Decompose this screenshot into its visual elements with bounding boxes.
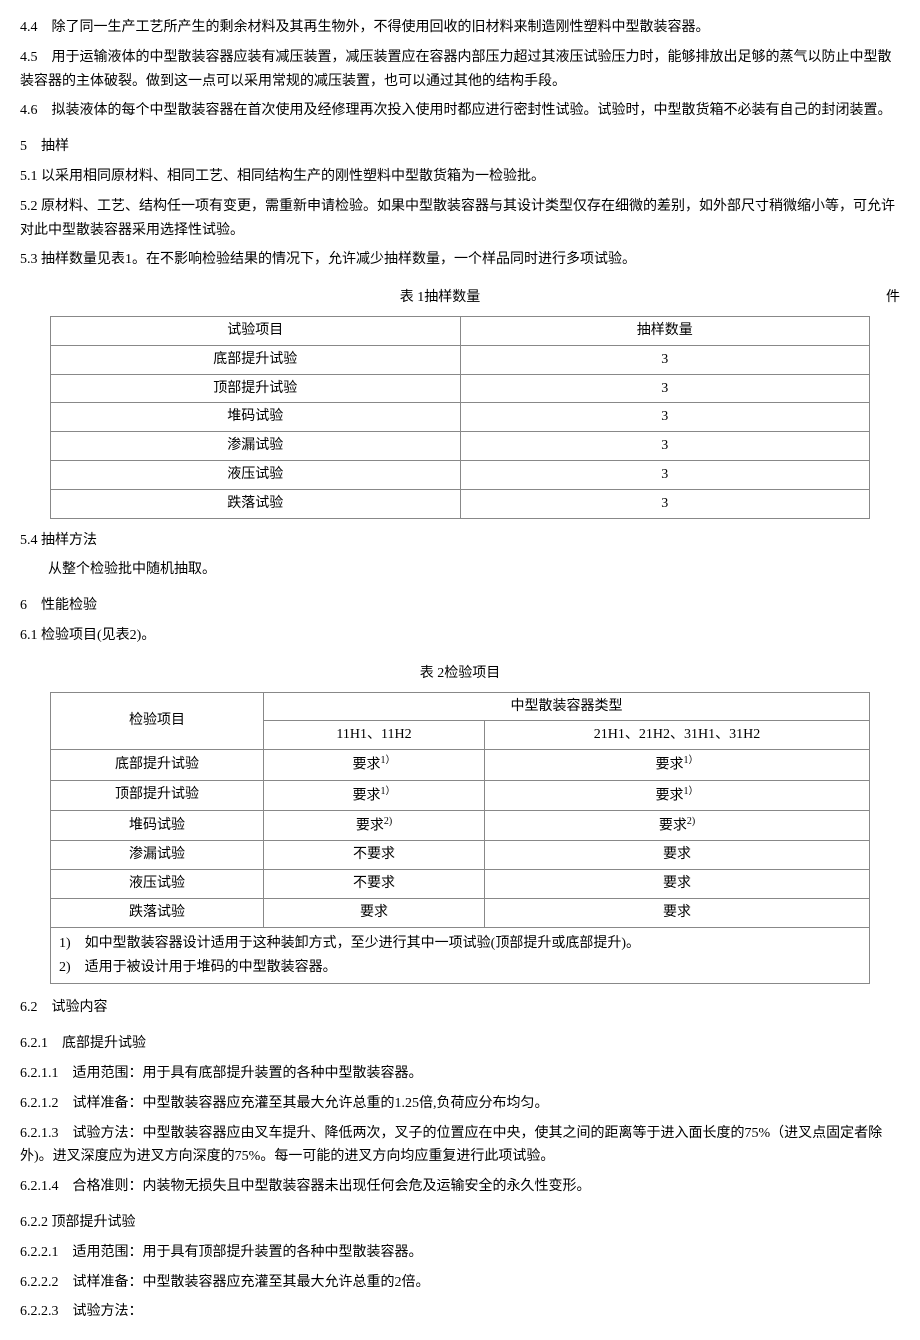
- section-6-title: 6 性能检验: [20, 594, 900, 618]
- table2: 检验项目 中型散装容器类型 11H1、11H2 21H1、21H2、31H1、3…: [50, 692, 870, 985]
- table1: 试验项目 抽样数量 底部提升试验3 顶部提升试验3 堆码试验3 渗漏试验3 液压…: [50, 316, 870, 519]
- cell: 跌落试验: [51, 489, 461, 518]
- table1-header-qty: 抽样数量: [460, 316, 870, 345]
- table-row: 堆码试验3: [51, 403, 870, 432]
- cell: 3: [460, 374, 870, 403]
- para-6-2-2: 6.2.2 顶部提升试验: [20, 1211, 900, 1235]
- table1-header-item: 试验项目: [51, 316, 461, 345]
- para-6-2-1-2: 6.2.1.2 试样准备：中型散装容器应充灌至其最大允许总重的1.25倍,负荷应…: [20, 1092, 900, 1116]
- cell: 要求1）: [263, 750, 484, 780]
- cell: 3: [460, 403, 870, 432]
- cell: 要求: [485, 841, 870, 870]
- table-row: 底部提升试验 要求1） 要求1）: [51, 750, 870, 780]
- table1-caption-row: 表 1抽样数量 件: [20, 286, 900, 310]
- cell: 要求1）: [263, 780, 484, 810]
- cell: 堆码试验: [51, 811, 264, 841]
- cell: 要求1）: [485, 780, 870, 810]
- table-row: 跌落试验 要求 要求: [51, 899, 870, 928]
- cell: 不要求: [263, 870, 484, 899]
- table2-header-item: 检验项目: [51, 692, 264, 750]
- table2-note2: 2) 适用于被设计用于堆码的中型散装容器。: [59, 956, 861, 980]
- table-header-row: 试验项目 抽样数量: [51, 316, 870, 345]
- table-note-row: 1) 如中型散装容器设计适用于这种装卸方式，至少进行其中一项试验(顶部提升或底部…: [51, 927, 870, 984]
- para-4-5: 4.5 用于运输液体的中型散装容器应装有减压装置，减压装置应在容器内部压力超过其…: [20, 46, 900, 94]
- cell: 顶部提升试验: [51, 780, 264, 810]
- cell: 底部提升试验: [51, 345, 461, 374]
- para-5-4: 5.4 抽样方法: [20, 529, 900, 553]
- para-6-2-2-2: 6.2.2.2 试样准备：中型散装容器应充灌至其最大允许总重的2倍。: [20, 1271, 900, 1295]
- table2-header-type: 中型散装容器类型: [263, 692, 869, 721]
- table2-header-sub2: 21H1、21H2、31H1、31H2: [485, 721, 870, 750]
- table-row: 跌落试验3: [51, 489, 870, 518]
- para-6-2-2-3: 6.2.2.3 试验方法：: [20, 1300, 900, 1324]
- table-row: 渗漏试验 不要求 要求: [51, 841, 870, 870]
- cell: 顶部提升试验: [51, 374, 461, 403]
- para-4-6: 4.6 拟装液体的每个中型散装容器在首次使用及经修理再次投入使用时都应进行密封性…: [20, 99, 900, 123]
- para-5-1: 5.1 以采用相同原材料、相同工艺、相同结构生产的刚性塑料中型散货箱为一检验批。: [20, 165, 900, 189]
- table2-caption: 表 2检验项目: [20, 662, 900, 686]
- para-6-2: 6.2 试验内容: [20, 996, 900, 1020]
- cell: 要求: [485, 870, 870, 899]
- table-row: 液压试验3: [51, 460, 870, 489]
- cell: 渗漏试验: [51, 432, 461, 461]
- para-5-2: 5.2 原材料、工艺、结构任一项有变更，需重新申请检验。如果中型散装容器与其设计…: [20, 195, 900, 243]
- table2-notes: 1) 如中型散装容器设计适用于这种装卸方式，至少进行其中一项试验(顶部提升或底部…: [51, 927, 870, 984]
- para-6-2-1: 6.2.1 底部提升试验: [20, 1032, 900, 1056]
- cell: 3: [460, 432, 870, 461]
- table1-unit: 件: [860, 286, 900, 310]
- cell: 渗漏试验: [51, 841, 264, 870]
- table-header-row: 检验项目 中型散装容器类型: [51, 692, 870, 721]
- cell: 堆码试验: [51, 403, 461, 432]
- table-row: 顶部提升试验3: [51, 374, 870, 403]
- para-6-1: 6.1 检验项目(见表2)。: [20, 624, 900, 648]
- table-row: 液压试验 不要求 要求: [51, 870, 870, 899]
- para-6-2-1-3: 6.2.1.3 试验方法：中型散装容器应由叉车提升、降低两次，叉子的位置应在中央…: [20, 1122, 900, 1170]
- table2-header-sub1: 11H1、11H2: [263, 721, 484, 750]
- cell: 液压试验: [51, 870, 264, 899]
- cell: 底部提升试验: [51, 750, 264, 780]
- cell: 要求2): [485, 811, 870, 841]
- cell: 3: [460, 460, 870, 489]
- table1-caption: 表 1抽样数量: [20, 286, 860, 310]
- cell: 不要求: [263, 841, 484, 870]
- cell: 要求: [485, 899, 870, 928]
- cell: 3: [460, 345, 870, 374]
- cell: 跌落试验: [51, 899, 264, 928]
- table2-note1: 1) 如中型散装容器设计适用于这种装卸方式，至少进行其中一项试验(顶部提升或底部…: [59, 932, 861, 956]
- cell: 要求2): [263, 811, 484, 841]
- cell: 液压试验: [51, 460, 461, 489]
- para-4-4: 4.4 除了同一生产工艺所产生的剩余材料及其再生物外，不得使用回收的旧材料来制造…: [20, 16, 900, 40]
- table2-caption-row: 表 2检验项目: [20, 662, 900, 686]
- cell: 要求: [263, 899, 484, 928]
- para-6-2-1-1: 6.2.1.1 适用范围：用于具有底部提升装置的各种中型散装容器。: [20, 1062, 900, 1086]
- para-5-4-content: 从整个检验批中随机抽取。: [20, 558, 900, 582]
- cell: 3: [460, 489, 870, 518]
- section-5-title: 5 抽样: [20, 135, 900, 159]
- para-5-3: 5.3 抽样数量见表1。在不影响检验结果的情况下，允许减少抽样数量，一个样品同时…: [20, 248, 900, 272]
- para-6-2-2-1: 6.2.2.1 适用范围：用于具有顶部提升装置的各种中型散装容器。: [20, 1241, 900, 1265]
- table-row: 顶部提升试验 要求1） 要求1）: [51, 780, 870, 810]
- table-row: 底部提升试验3: [51, 345, 870, 374]
- table-row: 渗漏试验3: [51, 432, 870, 461]
- table-row: 堆码试验 要求2) 要求2): [51, 811, 870, 841]
- cell: 要求1）: [485, 750, 870, 780]
- para-6-2-1-4: 6.2.1.4 合格准则：内装物无损失且中型散装容器未出现任何会危及运输安全的永…: [20, 1175, 900, 1199]
